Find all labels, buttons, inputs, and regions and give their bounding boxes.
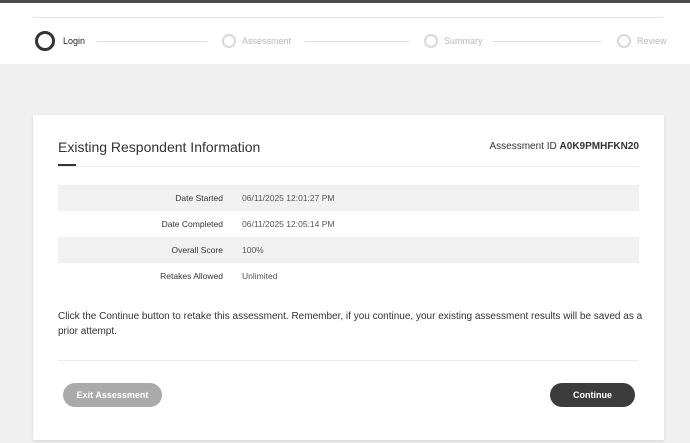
card-title: Existing Respondent Information — [58, 139, 261, 155]
card-divider — [58, 166, 639, 167]
row-label: Date Completed — [161, 219, 223, 229]
table-row: Date Started 06/11/2025 12:01:27 PM — [58, 185, 639, 211]
row-label: Overall Score — [171, 245, 224, 255]
step-login: Login — [35, 31, 85, 51]
exit-assessment-button[interactable]: Exit Assessment — [63, 383, 162, 407]
step-label: Login — [63, 36, 86, 46]
step-label: Assessment — [242, 36, 292, 46]
step-label: Review — [637, 36, 667, 46]
bottom-divider — [58, 360, 639, 361]
table-row: Date Completed 06/11/2025 12:05:14 PM — [58, 211, 639, 237]
retake-message: Click the Continue button to retake this… — [58, 311, 643, 337]
step-summary: Summary — [424, 31, 483, 51]
step-indicator-icon — [617, 34, 631, 48]
row-value: 06/11/2025 12:01:27 PM — [242, 193, 335, 203]
step-review: Review — [617, 31, 667, 51]
row-value: 100% — [242, 245, 264, 255]
step-indicator-icon — [222, 34, 236, 48]
step-connector — [97, 41, 207, 42]
header-divider — [33, 17, 663, 18]
continue-button[interactable]: Continue — [550, 383, 635, 407]
step-indicator-icon — [35, 31, 55, 51]
assessment-id: Assessment ID A0K9PMHFKN20 — [490, 141, 640, 152]
step-label: Summary — [444, 36, 483, 46]
table-row: Overall Score 100% — [58, 237, 639, 263]
step-connector — [305, 41, 409, 42]
progress-stepper: Login Assessment Summary Review — [35, 31, 667, 51]
row-label: Retakes Allowed — [160, 271, 223, 281]
step-connector — [493, 41, 601, 42]
progress-header: Login Assessment Summary Review — [0, 3, 690, 64]
assessment-id-value: A0K9PMHFKN20 — [559, 141, 639, 152]
row-value: Unlimited — [242, 271, 278, 281]
respondent-info-table: Date Started 06/11/2025 12:01:27 PM Date… — [58, 185, 639, 289]
respondent-info-card: Existing Respondent Information Assessme… — [33, 115, 664, 440]
step-assessment: Assessment — [222, 31, 291, 51]
step-indicator-icon — [424, 34, 438, 48]
assessment-id-label: Assessment ID — [489, 141, 557, 152]
table-row: Retakes Allowed Unlimited — [58, 263, 639, 289]
row-label: Date Started — [175, 193, 223, 203]
row-value: 06/11/2025 12:05:14 PM — [242, 219, 335, 229]
